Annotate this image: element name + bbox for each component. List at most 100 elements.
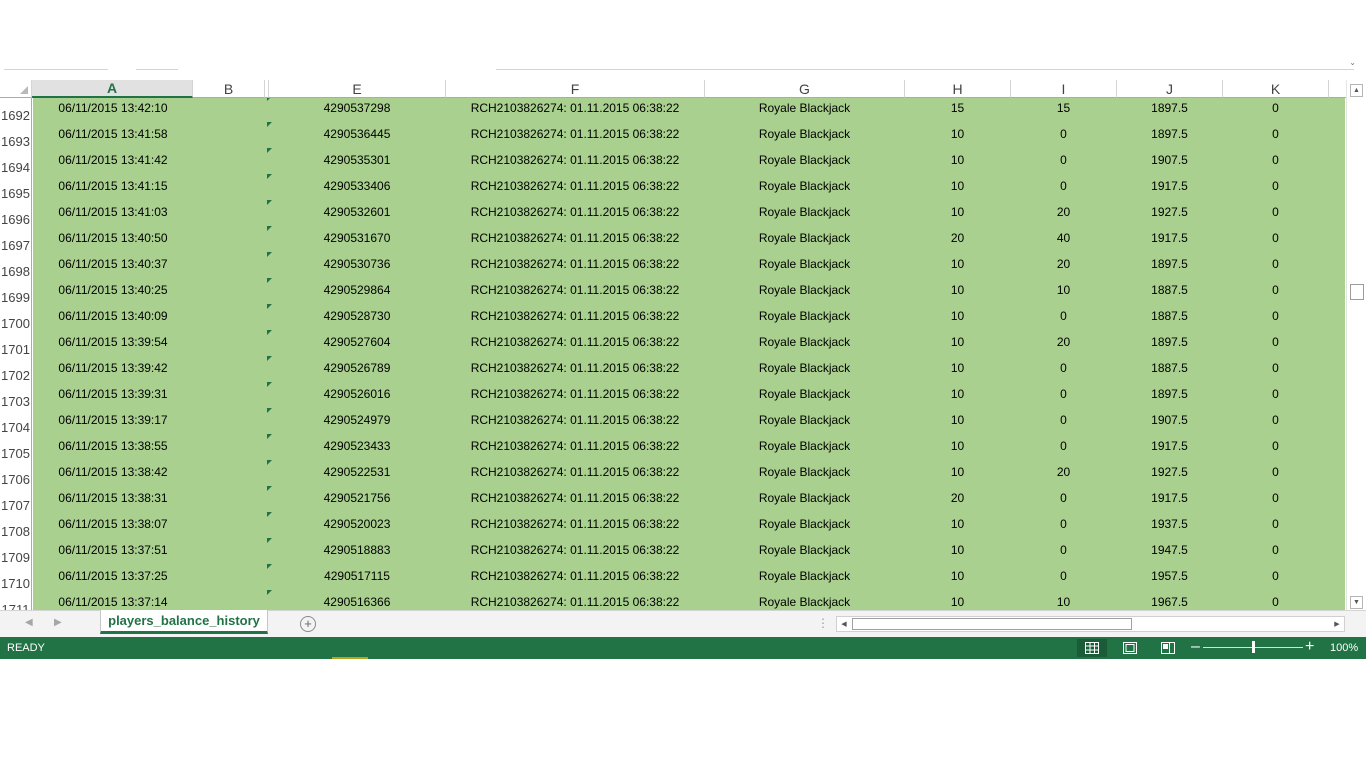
cell-bonus[interactable]: 0 [1223, 514, 1328, 540]
cell-balance[interactable]: 1917.5 [1117, 436, 1222, 462]
cell-bet[interactable]: 10 [905, 176, 1010, 202]
cell-transaction-id[interactable]: 4290531670 [269, 228, 445, 254]
cell-transaction-id[interactable]: 4290517115 [269, 566, 445, 592]
cell-balance[interactable]: 1907.5 [1117, 150, 1222, 176]
cell-bet[interactable]: 10 [905, 462, 1010, 488]
column-header-i[interactable]: I [1011, 80, 1117, 98]
scroll-down-icon[interactable]: ▼ [1350, 596, 1363, 609]
cell-transaction-id[interactable]: 4290528730 [269, 306, 445, 332]
cell-bonus[interactable]: 0 [1223, 384, 1328, 410]
cell-game[interactable]: Royale Blackjack [705, 384, 904, 410]
cell-game[interactable]: Royale Blackjack [705, 254, 904, 280]
zoom-slider-thumb[interactable] [1251, 641, 1255, 653]
cell-transaction-id[interactable]: 4290536445 [269, 124, 445, 150]
cell-win[interactable]: 0 [1011, 150, 1116, 176]
row-header[interactable]: 1696 [0, 202, 32, 228]
cell-session[interactable]: RCH2103826274: 01.11.2015 06:38:22 [446, 176, 704, 202]
cell-bonus[interactable]: 0 [1223, 150, 1328, 176]
cell-balance[interactable]: 1937.5 [1117, 514, 1222, 540]
row-header[interactable]: 1709 [0, 540, 32, 566]
cell-bet[interactable]: 20 [905, 488, 1010, 514]
cell-win[interactable]: 0 [1011, 306, 1116, 332]
next-sheet-icon[interactable]: ▶ [54, 617, 62, 628]
cell-session[interactable]: RCH2103826274: 01.11.2015 06:38:22 [446, 592, 704, 610]
select-all-button[interactable] [0, 80, 32, 98]
cell-bonus[interactable]: 0 [1223, 124, 1328, 150]
tab-splitter-handle[interactable]: ⋮ [817, 616, 829, 630]
cell-bet[interactable]: 10 [905, 124, 1010, 150]
cell-game[interactable]: Royale Blackjack [705, 228, 904, 254]
cell-win[interactable]: 40 [1011, 228, 1116, 254]
cell-balance[interactable]: 1907.5 [1117, 410, 1222, 436]
cell-game[interactable]: Royale Blackjack [705, 488, 904, 514]
cell-win[interactable]: 0 [1011, 540, 1116, 566]
cell-transaction-id[interactable]: 4290529864 [269, 280, 445, 306]
cell-transaction-id[interactable]: 4290530736 [269, 254, 445, 280]
column-header-a[interactable]: A [32, 80, 193, 98]
row-header[interactable]: 1699 [0, 280, 32, 306]
cell-date[interactable]: 06/11/2015 13:39:31 [33, 384, 193, 410]
cell-game[interactable]: Royale Blackjack [705, 514, 904, 540]
cell-bet[interactable]: 10 [905, 280, 1010, 306]
row-header[interactable]: 1694 [0, 150, 32, 176]
cell-transaction-id[interactable]: 4290520023 [269, 514, 445, 540]
cell-bet[interactable]: 10 [905, 332, 1010, 358]
cell-balance[interactable]: 1897.5 [1117, 254, 1222, 280]
cell-transaction-id[interactable]: 4290526016 [269, 384, 445, 410]
cell-win[interactable]: 20 [1011, 462, 1116, 488]
formula-expand-icon[interactable]: ⌄ [1349, 58, 1356, 67]
column-header-g[interactable]: G [705, 80, 905, 98]
cell-bet[interactable]: 10 [905, 306, 1010, 332]
cell-win[interactable]: 0 [1011, 514, 1116, 540]
horizontal-scrollbar[interactable]: ◀ ▶ [836, 616, 1345, 632]
cell-balance[interactable]: 1927.5 [1117, 202, 1222, 228]
cell-bet[interactable]: 10 [905, 436, 1010, 462]
scroll-up-icon[interactable]: ▲ [1350, 84, 1363, 97]
cell-game[interactable]: Royale Blackjack [705, 410, 904, 436]
cell-win[interactable]: 0 [1011, 176, 1116, 202]
cell-win[interactable]: 15 [1011, 98, 1116, 124]
cell-bonus[interactable]: 0 [1223, 592, 1328, 610]
plus-circle-icon[interactable]: + [300, 616, 316, 632]
column-header-f[interactable]: F [446, 80, 705, 98]
cell-bonus[interactable]: 0 [1223, 488, 1328, 514]
cell-session[interactable]: RCH2103826274: 01.11.2015 06:38:22 [446, 436, 704, 462]
cell-game[interactable]: Royale Blackjack [705, 98, 904, 124]
cell-transaction-id[interactable]: 4290516366 [269, 592, 445, 610]
cell-game[interactable]: Royale Blackjack [705, 436, 904, 462]
cell-game[interactable]: Royale Blackjack [705, 176, 904, 202]
cell-bet[interactable]: 10 [905, 150, 1010, 176]
cell-bet[interactable]: 10 [905, 358, 1010, 384]
cell-win[interactable]: 20 [1011, 332, 1116, 358]
cell-bet[interactable]: 10 [905, 514, 1010, 540]
row-header[interactable]: 1703 [0, 384, 32, 410]
vertical-scrollbar[interactable]: ▲ ▼ [1346, 80, 1366, 610]
cell-session[interactable]: RCH2103826274: 01.11.2015 06:38:22 [446, 332, 704, 358]
cell-bonus[interactable]: 0 [1223, 202, 1328, 228]
cell-bet[interactable]: 10 [905, 540, 1010, 566]
cell-game[interactable]: Royale Blackjack [705, 202, 904, 228]
cell-transaction-id[interactable]: 4290535301 [269, 150, 445, 176]
cell-win[interactable]: 20 [1011, 254, 1116, 280]
cell-bonus[interactable]: 0 [1223, 98, 1328, 124]
cells-area[interactable]: 06/11/2015 13:42:10 4290537298 RCH21038262… [33, 98, 1345, 610]
cell-balance[interactable]: 1897.5 [1117, 124, 1222, 150]
cell-session[interactable]: RCH2103826274: 01.11.2015 06:38:22 [446, 254, 704, 280]
cell-date[interactable]: 06/11/2015 13:39:54 [33, 332, 193, 358]
row-header[interactable]: 1702 [0, 358, 32, 384]
cell-game[interactable]: Royale Blackjack [705, 124, 904, 150]
cell-balance[interactable]: 1897.5 [1117, 98, 1222, 124]
row-header[interactable]: 1705 [0, 436, 32, 462]
cell-session[interactable]: RCH2103826274: 01.11.2015 06:38:22 [446, 358, 704, 384]
cell-session[interactable]: RCH2103826274: 01.11.2015 06:38:22 [446, 410, 704, 436]
zoom-out-icon[interactable]: – [1191, 638, 1200, 656]
row-header[interactable]: 1701 [0, 332, 32, 358]
horizontal-scroll-thumb[interactable] [852, 618, 1132, 630]
cell-session[interactable]: RCH2103826274: 01.11.2015 06:38:22 [446, 462, 704, 488]
cell-bonus[interactable]: 0 [1223, 176, 1328, 202]
cell-win[interactable]: 0 [1011, 410, 1116, 436]
row-header[interactable]: 1695 [0, 176, 32, 202]
cell-balance[interactable]: 1927.5 [1117, 462, 1222, 488]
cell-game[interactable]: Royale Blackjack [705, 332, 904, 358]
cell-win[interactable]: 0 [1011, 124, 1116, 150]
